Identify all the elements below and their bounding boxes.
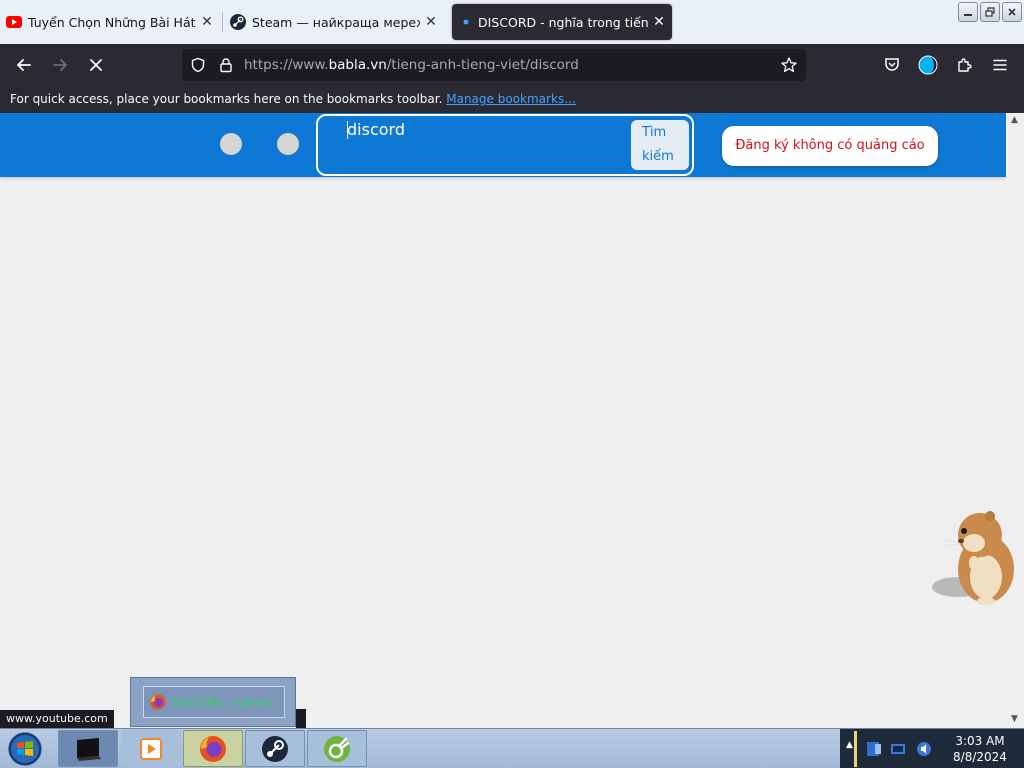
windows-taskbar: ▲ 3:03 AM 8/8/2024 [0, 728, 1024, 768]
tab-steam[interactable]: Steam — найкраща мережева ✕ [230, 4, 438, 40]
bookmarks-hint-text: For quick access, place your bookmarks h… [10, 92, 443, 106]
search-input[interactable]: discord Tìm kiếm [316, 114, 694, 176]
steam-icon [230, 14, 246, 30]
network-icon[interactable] [890, 741, 906, 757]
placeholder-dot-icon [277, 133, 299, 155]
taskbar-item-steam[interactable] [245, 730, 305, 767]
manage-bookmarks-link[interactable]: Manage bookmarks… [446, 92, 576, 106]
navigation-bar: https://www.babla.vn/tieng-anh-tieng-vie… [0, 44, 1024, 86]
steam-icon [262, 735, 288, 762]
url-host: babla.vn [328, 57, 387, 73]
window-controls [958, 2, 1022, 22]
pocket-button[interactable] [878, 51, 906, 79]
menu-button[interactable] [986, 51, 1014, 79]
tab-discord-active[interactable]: DISCORD - nghĩa trong tiếng Ti ✕ [452, 4, 672, 40]
tab-close-button[interactable]: ✕ [200, 14, 214, 30]
search-input-value: discord [347, 120, 405, 139]
tab-close-button[interactable]: ✕ [424, 14, 438, 30]
search-button-label-line1: Tìm [642, 125, 667, 140]
status-url: www.youtube.com [0, 710, 114, 728]
taskbar-window-preview[interactable]: DISCORD - nghĩa t [130, 677, 296, 727]
monitor-icon [77, 737, 101, 761]
app-icon [324, 735, 350, 762]
preview-window-title[interactable]: DISCORD - nghĩa t [143, 686, 285, 718]
back-button[interactable] [10, 51, 38, 79]
tab-title: DISCORD - nghĩa trong tiếng Ti [478, 14, 648, 30]
tab-strip: Tuyển Chọn Những Bài Hát Về Đ ✕ Steam — … [0, 0, 1024, 44]
vertical-scrollbar[interactable]: ▲ ▼ [1006, 113, 1024, 728]
taskbar-item-desktop[interactable] [58, 730, 118, 767]
firefox-icon [200, 735, 226, 762]
url-text[interactable]: https://www.babla.vn/tieng-anh-tieng-vie… [244, 57, 579, 73]
scroll-up-icon[interactable]: ▲ [1011, 115, 1018, 125]
tab-youtube[interactable]: Tuyển Chọn Những Bài Hát Về Đ ✕ [6, 4, 214, 40]
media-player-icon [140, 737, 162, 760]
taskbar-item-app[interactable] [307, 730, 367, 767]
minimize-button[interactable] [958, 2, 978, 22]
extensions-button[interactable] [950, 51, 978, 79]
search-button-label-line2: kiếm [642, 149, 674, 164]
site-header: discord Tìm kiếm Đăng ký không có quảng … [0, 113, 1006, 177]
loading-dot-icon [462, 14, 470, 30]
tray-app-icon[interactable] [866, 741, 882, 757]
lock-icon[interactable] [218, 57, 234, 73]
stop-x-icon [90, 59, 102, 71]
scroll-down-icon[interactable]: ▼ [1011, 714, 1018, 724]
show-hidden-icons-button[interactable]: ▲ [846, 740, 853, 750]
youtube-icon [6, 14, 22, 30]
tray-divider [854, 731, 857, 767]
clock-date: 8/8/2024 [953, 750, 1007, 764]
address-bar[interactable]: https://www.babla.vn/tieng-anh-tieng-vie… [182, 49, 806, 81]
start-button[interactable] [6, 731, 46, 767]
pocket-icon [885, 58, 899, 71]
forward-arrow-icon [53, 59, 67, 71]
url-path: /tieng-anh-tieng-viet/discord [386, 57, 579, 73]
preview-edge [296, 709, 306, 728]
url-prefix: https://www. [244, 57, 329, 73]
clock-time: 3:03 AM [955, 734, 1005, 748]
tab-title: Tuyển Chọn Những Bài Hát Về Đ [28, 14, 196, 30]
page-content: discord Tìm kiếm Đăng ký không có quảng … [0, 113, 1024, 728]
windows-start-orb-icon [7, 731, 43, 767]
tab-separator [222, 12, 223, 32]
volume-icon[interactable] [916, 741, 932, 757]
close-window-button[interactable] [1002, 2, 1022, 22]
taskbar-item-firefox[interactable] [183, 730, 243, 767]
ad-free-signup-button[interactable]: Đăng ký không có quảng cáo [722, 126, 938, 166]
stop-loading-button[interactable] [82, 51, 110, 79]
account-avatar-icon [918, 55, 938, 75]
tracking-shield-icon[interactable] [190, 57, 206, 73]
hamburger-menu-icon [993, 59, 1007, 71]
system-clock[interactable]: 3:03 AM 8/8/2024 [940, 733, 1020, 765]
bookmark-star-icon[interactable] [780, 56, 798, 74]
placeholder-dot-icon [220, 133, 242, 155]
tab-close-button[interactable]: ✕ [652, 14, 666, 30]
firefox-icon [150, 694, 166, 710]
hamster-mascot-image [932, 511, 1014, 605]
restore-button[interactable] [980, 2, 1000, 22]
tab-title: Steam — найкраща мережева [252, 14, 420, 30]
preview-label: DISCORD - nghĩa t [172, 695, 273, 709]
system-tray: ▲ 3:03 AM 8/8/2024 [840, 729, 1024, 768]
bookmarks-toolbar: For quick access, place your bookmarks h… [0, 86, 1024, 113]
back-arrow-icon [17, 59, 31, 71]
search-button[interactable]: Tìm kiếm [631, 120, 689, 170]
taskbar-item-media[interactable] [121, 730, 181, 767]
forward-button[interactable] [46, 51, 74, 79]
account-button[interactable] [914, 51, 942, 79]
puzzle-icon [958, 58, 972, 72]
text-caret [347, 121, 348, 139]
